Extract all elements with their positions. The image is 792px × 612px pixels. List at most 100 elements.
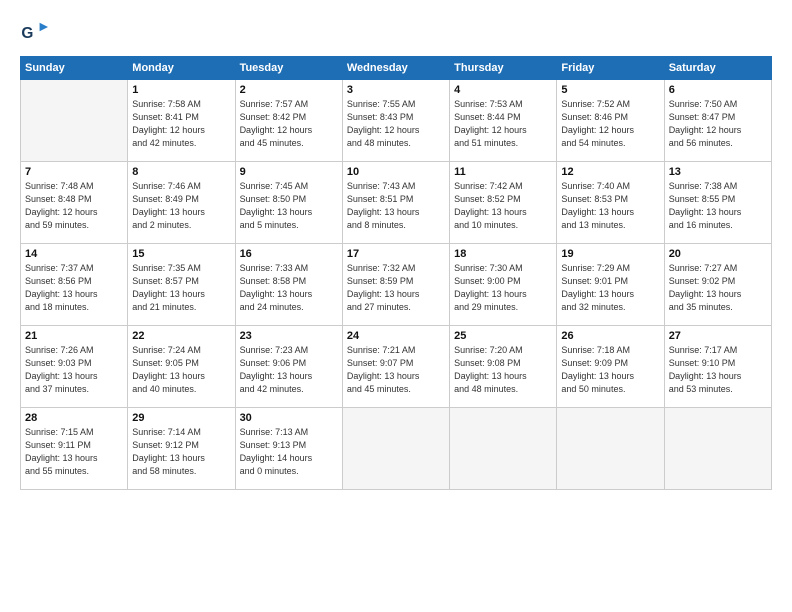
day-number: 24 <box>347 330 445 342</box>
day-info: Sunrise: 7:30 AM Sunset: 9:00 PM Dayligh… <box>454 262 552 314</box>
day-number: 4 <box>454 84 552 96</box>
day-number: 1 <box>132 84 230 96</box>
calendar-cell: 25 Sunrise: 7:20 AM Sunset: 9:08 PM Dayli… <box>450 326 557 408</box>
day-info: Sunrise: 7:57 AM Sunset: 8:42 PM Dayligh… <box>240 98 338 150</box>
day-info: Sunrise: 7:43 AM Sunset: 8:51 PM Dayligh… <box>347 180 445 232</box>
day-info: Sunrise: 7:29 AM Sunset: 9:01 PM Dayligh… <box>561 262 659 314</box>
day-number: 30 <box>240 412 338 424</box>
day-info: Sunrise: 7:20 AM Sunset: 9:08 PM Dayligh… <box>454 344 552 396</box>
calendar-body: 1 Sunrise: 7:58 AM Sunset: 8:41 PM Daylig… <box>21 80 772 490</box>
day-info: Sunrise: 7:42 AM Sunset: 8:52 PM Dayligh… <box>454 180 552 232</box>
day-number: 17 <box>347 248 445 260</box>
day-number: 29 <box>132 412 230 424</box>
calendar-cell <box>557 408 664 490</box>
logo: G <box>20 20 52 48</box>
day-number: 3 <box>347 84 445 96</box>
week-row-4: 21Sunrise: 7:26 AM Sunset: 9:03 PM Dayli… <box>21 326 772 408</box>
calendar-cell: 18 Sunrise: 7:30 AM Sunset: 9:00 PM Dayli… <box>450 244 557 326</box>
day-number: 25 <box>454 330 552 342</box>
calendar-cell: 16Sunrise: 7:33 AM Sunset: 8:58 PM Dayli… <box>235 244 342 326</box>
day-info: Sunrise: 7:35 AM Sunset: 8:57 PM Dayligh… <box>132 262 230 314</box>
day-number: 2 <box>240 84 338 96</box>
week-row-2: 7 Sunrise: 7:48 AM Sunset: 8:48 PM Daylig… <box>21 162 772 244</box>
calendar-cell: 2 Sunrise: 7:57 AM Sunset: 8:42 PM Daylig… <box>235 80 342 162</box>
weekday-header-row: SundayMondayTuesdayWednesdayThursdayFrid… <box>21 57 772 80</box>
calendar-cell <box>450 408 557 490</box>
day-number: 12 <box>561 166 659 178</box>
weekday-header-saturday: Saturday <box>664 57 771 80</box>
calendar-cell: 23Sunrise: 7:23 AM Sunset: 9:06 PM Dayli… <box>235 326 342 408</box>
logo-icon: G <box>20 20 48 48</box>
day-number: 9 <box>240 166 338 178</box>
calendar-table: SundayMondayTuesdayWednesdayThursdayFrid… <box>20 56 772 490</box>
calendar-cell: 4Sunrise: 7:53 AM Sunset: 8:44 PM Daylig… <box>450 80 557 162</box>
day-info: Sunrise: 7:45 AM Sunset: 8:50 PM Dayligh… <box>240 180 338 232</box>
day-info: Sunrise: 7:33 AM Sunset: 8:58 PM Dayligh… <box>240 262 338 314</box>
calendar-cell: 11 Sunrise: 7:42 AM Sunset: 8:52 PM Dayli… <box>450 162 557 244</box>
calendar-cell: 9 Sunrise: 7:45 AM Sunset: 8:50 PM Daylig… <box>235 162 342 244</box>
day-number: 6 <box>669 84 767 96</box>
day-info: Sunrise: 7:48 AM Sunset: 8:48 PM Dayligh… <box>25 180 123 232</box>
week-row-5: 28 Sunrise: 7:15 AM Sunset: 9:11 PM Dayli… <box>21 408 772 490</box>
day-number: 27 <box>669 330 767 342</box>
calendar-cell: 17 Sunrise: 7:32 AM Sunset: 8:59 PM Dayli… <box>342 244 449 326</box>
calendar-cell: 19 Sunrise: 7:29 AM Sunset: 9:01 PM Dayli… <box>557 244 664 326</box>
weekday-header-sunday: Sunday <box>21 57 128 80</box>
calendar-cell: 1 Sunrise: 7:58 AM Sunset: 8:41 PM Daylig… <box>128 80 235 162</box>
day-number: 20 <box>669 248 767 260</box>
day-number: 8 <box>132 166 230 178</box>
calendar-cell: 24 Sunrise: 7:21 AM Sunset: 9:07 PM Dayli… <box>342 326 449 408</box>
day-info: Sunrise: 7:18 AM Sunset: 9:09 PM Dayligh… <box>561 344 659 396</box>
page: G SundayMondayTuesdayWednesdayThursdayFr… <box>0 0 792 612</box>
calendar-cell: 7 Sunrise: 7:48 AM Sunset: 8:48 PM Daylig… <box>21 162 128 244</box>
day-number: 21 <box>25 330 123 342</box>
day-info: Sunrise: 7:14 AM Sunset: 9:12 PM Dayligh… <box>132 426 230 478</box>
day-number: 23 <box>240 330 338 342</box>
header: G <box>20 20 772 48</box>
weekday-header-tuesday: Tuesday <box>235 57 342 80</box>
calendar-cell: 28 Sunrise: 7:15 AM Sunset: 9:11 PM Dayli… <box>21 408 128 490</box>
svg-text:G: G <box>21 25 33 42</box>
calendar-cell: 26 Sunrise: 7:18 AM Sunset: 9:09 PM Dayli… <box>557 326 664 408</box>
calendar-cell: 12 Sunrise: 7:40 AM Sunset: 8:53 PM Dayli… <box>557 162 664 244</box>
calendar-cell: 29 Sunrise: 7:14 AM Sunset: 9:12 PM Dayli… <box>128 408 235 490</box>
day-number: 15 <box>132 248 230 260</box>
day-info: Sunrise: 7:38 AM Sunset: 8:55 PM Dayligh… <box>669 180 767 232</box>
day-info: Sunrise: 7:24 AM Sunset: 9:05 PM Dayligh… <box>132 344 230 396</box>
day-number: 7 <box>25 166 123 178</box>
week-row-1: 1 Sunrise: 7:58 AM Sunset: 8:41 PM Daylig… <box>21 80 772 162</box>
day-info: Sunrise: 7:40 AM Sunset: 8:53 PM Dayligh… <box>561 180 659 232</box>
calendar-cell: 20Sunrise: 7:27 AM Sunset: 9:02 PM Dayli… <box>664 244 771 326</box>
day-number: 18 <box>454 248 552 260</box>
calendar-cell <box>664 408 771 490</box>
day-number: 10 <box>347 166 445 178</box>
calendar-cell: 14Sunrise: 7:37 AM Sunset: 8:56 PM Dayli… <box>21 244 128 326</box>
weekday-header-wednesday: Wednesday <box>342 57 449 80</box>
calendar-header: SundayMondayTuesdayWednesdayThursdayFrid… <box>21 57 772 80</box>
calendar-cell: 30 Sunrise: 7:13 AM Sunset: 9:13 PM Dayli… <box>235 408 342 490</box>
calendar-cell: 13Sunrise: 7:38 AM Sunset: 8:55 PM Dayli… <box>664 162 771 244</box>
day-info: Sunrise: 7:58 AM Sunset: 8:41 PM Dayligh… <box>132 98 230 150</box>
day-info: Sunrise: 7:52 AM Sunset: 8:46 PM Dayligh… <box>561 98 659 150</box>
weekday-header-thursday: Thursday <box>450 57 557 80</box>
day-info: Sunrise: 7:32 AM Sunset: 8:59 PM Dayligh… <box>347 262 445 314</box>
day-number: 22 <box>132 330 230 342</box>
day-info: Sunrise: 7:13 AM Sunset: 9:13 PM Dayligh… <box>240 426 338 478</box>
day-number: 11 <box>454 166 552 178</box>
day-number: 5 <box>561 84 659 96</box>
calendar-cell: 21Sunrise: 7:26 AM Sunset: 9:03 PM Dayli… <box>21 326 128 408</box>
day-number: 28 <box>25 412 123 424</box>
calendar-cell: 3Sunrise: 7:55 AM Sunset: 8:43 PM Daylig… <box>342 80 449 162</box>
day-info: Sunrise: 7:15 AM Sunset: 9:11 PM Dayligh… <box>25 426 123 478</box>
calendar-cell: 10 Sunrise: 7:43 AM Sunset: 8:51 PM Dayli… <box>342 162 449 244</box>
day-info: Sunrise: 7:37 AM Sunset: 8:56 PM Dayligh… <box>25 262 123 314</box>
calendar-cell: 27 Sunrise: 7:17 AM Sunset: 9:10 PM Dayli… <box>664 326 771 408</box>
calendar-cell: 15 Sunrise: 7:35 AM Sunset: 8:57 PM Dayli… <box>128 244 235 326</box>
day-info: Sunrise: 7:21 AM Sunset: 9:07 PM Dayligh… <box>347 344 445 396</box>
day-number: 19 <box>561 248 659 260</box>
day-number: 26 <box>561 330 659 342</box>
calendar-cell <box>21 80 128 162</box>
weekday-header-friday: Friday <box>557 57 664 80</box>
week-row-3: 14Sunrise: 7:37 AM Sunset: 8:56 PM Dayli… <box>21 244 772 326</box>
day-info: Sunrise: 7:17 AM Sunset: 9:10 PM Dayligh… <box>669 344 767 396</box>
